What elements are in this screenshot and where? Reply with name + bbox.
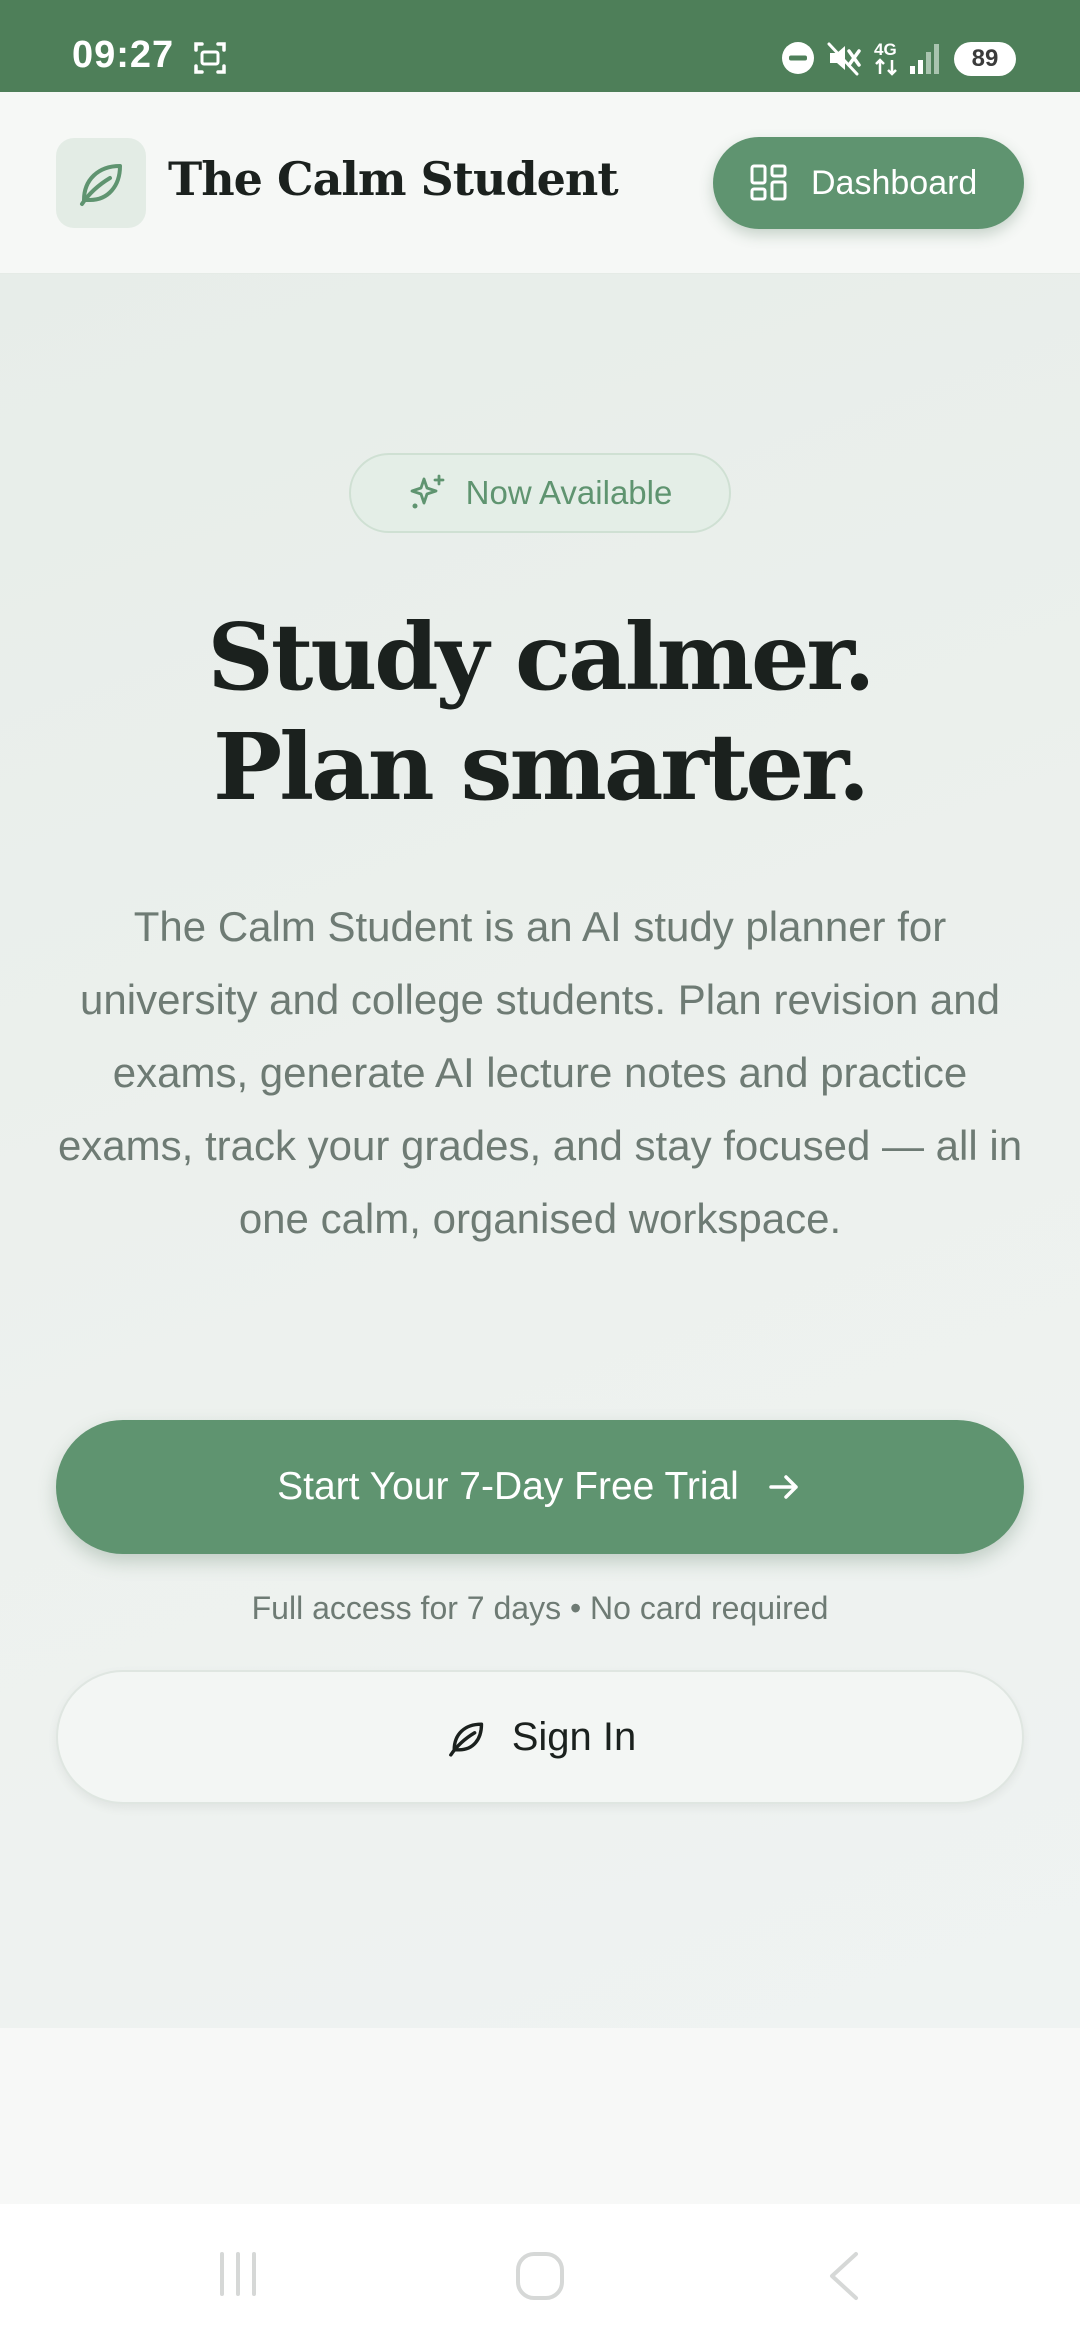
lower-section <box>0 2028 1080 2204</box>
logo[interactable] <box>56 138 146 228</box>
back-icon[interactable] <box>824 2250 864 2302</box>
leaf-icon <box>80 164 122 206</box>
dashboard-button[interactable]: Dashboard <box>713 137 1024 229</box>
brand-name: The Calm Student <box>168 152 619 206</box>
battery-level: 89 <box>971 45 999 72</box>
headline-line-2: Plan smarter. <box>213 713 870 821</box>
now-available-badge: Now Available <box>349 453 731 533</box>
hero-description: The Calm Student is an AI study planner … <box>57 903 1023 1242</box>
sign-in-label: Sign In <box>511 1714 637 1759</box>
signal-icon <box>910 44 939 74</box>
arrow-right-icon <box>769 1475 798 1499</box>
sign-in-button[interactable]: Sign In <box>56 1670 1024 1804</box>
headline: Study calmer. Plan smarter. <box>0 602 1080 822</box>
system-nav-bar <box>0 2204 1080 2340</box>
dashboard-button-label: Dashboard <box>811 163 978 202</box>
app-header: The Calm Student Dashboard <box>0 92 1080 274</box>
headline-line-1: Study calmer. <box>207 603 875 711</box>
leaf-icon <box>448 1722 483 1757</box>
start-trial-label: Start Your 7-Day Free Trial <box>277 1465 739 1508</box>
status-bar: 09:27 4G 89 <box>0 0 1080 92</box>
hero-section: Now Available Study calmer. Plan smarter… <box>0 274 1080 2028</box>
battery-icon: 89 <box>954 42 1016 76</box>
do-not-disturb-icon <box>782 42 814 74</box>
recent-apps-icon[interactable] <box>214 2250 262 2298</box>
screenshot-icon <box>194 42 226 74</box>
network-4g-icon: 4G <box>874 40 897 76</box>
home-icon[interactable] <box>514 2250 566 2302</box>
badge-label: Now Available <box>465 474 673 511</box>
sparkle-icon <box>410 474 445 509</box>
status-time: 09:27 <box>72 34 175 76</box>
start-trial-button[interactable]: Start Your 7-Day Free Trial <box>56 1420 1024 1554</box>
svg-text:4G: 4G <box>874 40 897 59</box>
grid-icon <box>750 164 787 201</box>
trial-note: Full access for 7 days • No card require… <box>251 1590 829 1626</box>
mute-icon <box>827 42 861 76</box>
